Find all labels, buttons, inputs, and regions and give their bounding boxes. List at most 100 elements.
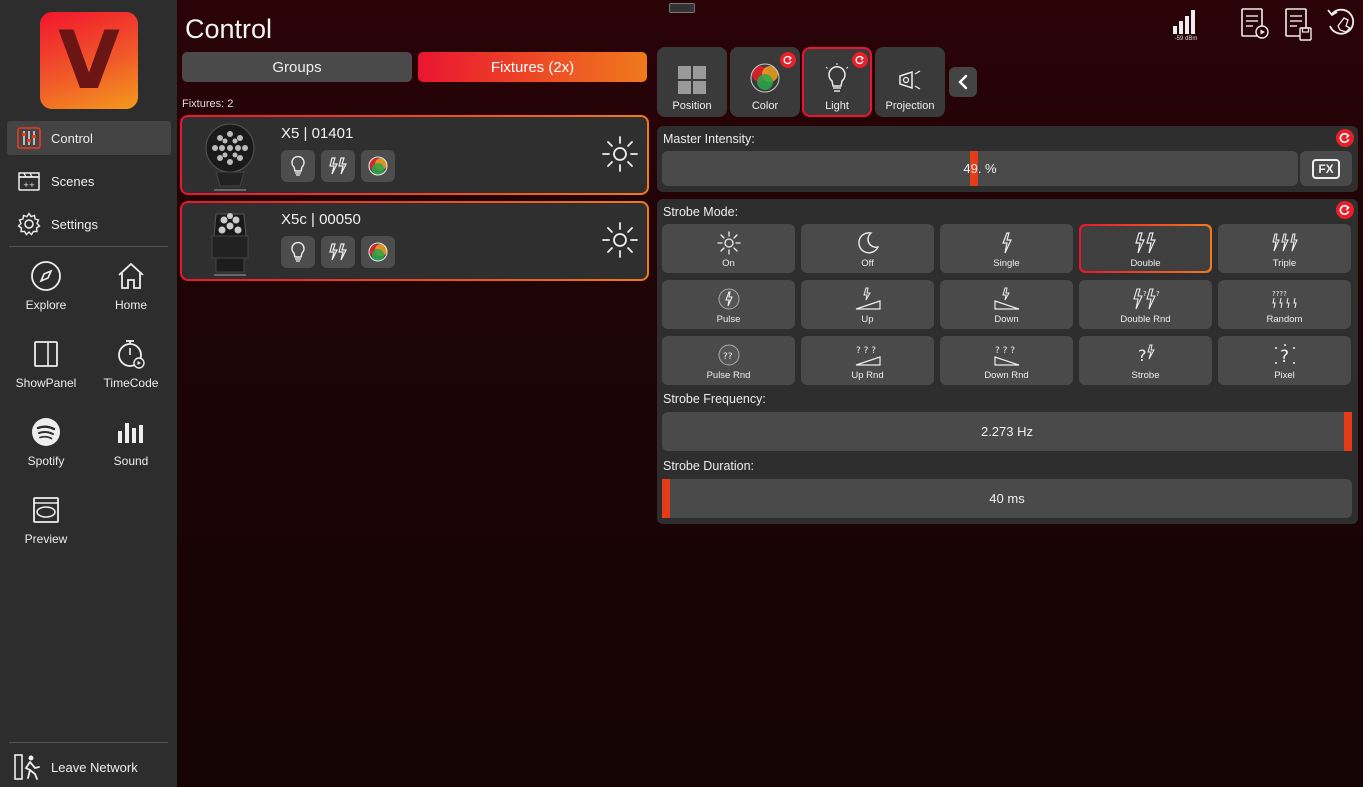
pulse-rnd-icon: ??: [662, 341, 795, 369]
strobe-mode-strobe-button[interactable]: ? Strobe: [1079, 336, 1212, 385]
strobe-mode-triple-button[interactable]: Triple: [1218, 224, 1351, 273]
fixture-name: X5 | 01401: [281, 125, 354, 142]
signal-text: -59 dBm: [1174, 36, 1198, 42]
svg-text:?: ?: [1280, 347, 1289, 367]
strobe-mode-pulse-rnd-button[interactable]: ?? Pulse Rnd: [662, 336, 795, 385]
compass-icon: [6, 258, 86, 294]
tile-spotify[interactable]: Spotify: [6, 414, 86, 468]
tab-projection[interactable]: Projection: [875, 47, 945, 117]
fixture-card[interactable]: X5c | 00050: [180, 201, 649, 281]
svg-text:?: ?: [1143, 290, 1147, 298]
strobe-mode-random-button[interactable]: ???? Random: [1218, 280, 1351, 329]
strobe-mode-down-rnd-button[interactable]: ? ? ? Down Rnd: [940, 336, 1073, 385]
strobe-mode-double-button[interactable]: Double: [1079, 224, 1212, 273]
tile-timecode[interactable]: TimeCode: [91, 336, 171, 390]
fixture-light-chip[interactable]: [281, 236, 315, 268]
fixture-color-chip[interactable]: [361, 150, 395, 182]
tab-label: Projection: [885, 100, 935, 112]
strobe-mode-down-button[interactable]: Down: [940, 280, 1073, 329]
strobe-duration-slider[interactable]: 40 ms: [662, 479, 1352, 518]
scenes-clapper-icon: ++: [15, 169, 43, 193]
intensity-sun-icon[interactable]: [601, 135, 639, 173]
save-list-button[interactable]: [1284, 6, 1314, 46]
moving-head-image: [200, 120, 260, 192]
strobe-mode-label: On: [722, 258, 735, 269]
strobe-mode-single-button[interactable]: Single: [940, 224, 1073, 273]
fixture-color-chip[interactable]: [361, 236, 395, 268]
tab-color[interactable]: Color: [730, 47, 800, 117]
strobe-mode-pixel-button[interactable]: ? Pixel: [1218, 336, 1351, 385]
tab-label: Fixtures (2x): [490, 58, 575, 76]
master-intensity-value: 49. %: [963, 161, 997, 176]
fx-button[interactable]: FX: [1300, 151, 1352, 186]
reset-badge-icon[interactable]: [780, 52, 796, 68]
svg-text:?: ?: [1156, 290, 1160, 298]
sidebar-item-control[interactable]: Control: [7, 121, 171, 155]
tab-position[interactable]: Position: [657, 47, 727, 117]
strobe-mode-label: Triple: [1272, 258, 1297, 269]
reset-icon[interactable]: [1336, 201, 1354, 219]
panel-icon: [6, 336, 86, 372]
strobe-mode-label: Strobe Mode:: [663, 205, 739, 219]
fixture-strobe-chip[interactable]: [321, 236, 355, 268]
undo-history-button[interactable]: [1324, 6, 1358, 46]
tile-home[interactable]: Home: [91, 258, 171, 312]
leave-network-button[interactable]: Leave Network: [7, 750, 171, 784]
moving-head-image: [200, 206, 260, 278]
strobe-mode-off-button[interactable]: Off: [801, 224, 934, 273]
tab-label: Color: [751, 100, 779, 112]
projector-icon: [875, 65, 945, 95]
sidebar-item-settings[interactable]: Settings: [7, 207, 171, 241]
tile-preview[interactable]: Preview: [6, 492, 86, 546]
strobe-mode-double-rnd-button[interactable]: ?? Double Rnd: [1079, 280, 1212, 329]
window-drag-handle[interactable]: [669, 3, 695, 13]
leave-network-label: Leave Network: [51, 759, 138, 775]
tile-sound[interactable]: Sound: [91, 414, 171, 468]
sidebar-item-label: Settings: [51, 216, 98, 232]
tile-label: Preview: [24, 532, 68, 546]
strobe-mode-label: Up Rnd: [851, 370, 884, 381]
sun-icon: [662, 229, 795, 257]
moon-icon: [801, 229, 934, 257]
strobe-mode-label: Strobe: [1131, 370, 1160, 381]
strobe-mode-up-rnd-button[interactable]: ? ? ? Up Rnd: [801, 336, 934, 385]
collapse-button[interactable]: [949, 67, 977, 97]
tab-fixtures[interactable]: Fixtures (2x): [418, 52, 647, 82]
strobe-frequency-slider[interactable]: 2.273 Hz: [662, 412, 1352, 451]
tile-label: Explore: [25, 298, 67, 312]
slider-handle[interactable]: [1344, 412, 1352, 451]
strobe-mode-on-button[interactable]: On: [662, 224, 795, 273]
exit-person-icon: [13, 753, 41, 781]
strobe-mode-up-button[interactable]: Up: [801, 280, 934, 329]
tab-light[interactable]: Light: [802, 47, 872, 117]
fixture-card[interactable]: X5 | 01401: [180, 115, 649, 195]
tab-groups[interactable]: Groups: [182, 52, 412, 82]
page-title: Control: [185, 14, 273, 44]
tile-showpanel[interactable]: ShowPanel: [6, 336, 86, 390]
spotify-icon: [6, 414, 86, 450]
ramp-up-icon: [801, 285, 934, 313]
bulb-icon: [291, 155, 305, 176]
strobe-mode-label: Pulse: [716, 314, 741, 325]
svg-text:? ? ?: ? ? ?: [856, 346, 876, 356]
tab-label: Position: [672, 100, 712, 112]
double-bolt-icon: [329, 243, 347, 261]
master-intensity-slider[interactable]: 49. %: [662, 151, 1298, 186]
sidebar-item-scenes[interactable]: ++ Scenes: [7, 164, 171, 198]
intensity-sun-icon[interactable]: [601, 221, 639, 259]
tile-explore[interactable]: Explore: [6, 258, 86, 312]
playlist-play-button[interactable]: [1240, 6, 1270, 46]
double-bolt-icon: [1079, 229, 1212, 257]
svg-text:??: ??: [723, 352, 733, 362]
tab-label: Light: [825, 100, 849, 112]
reset-icon[interactable]: [1336, 129, 1354, 147]
app-logo: V: [40, 12, 138, 109]
double-bolt-icon: [329, 157, 347, 175]
divider: [9, 742, 168, 743]
fixture-strobe-chip[interactable]: [321, 150, 355, 182]
strobe-mode-pulse-button[interactable]: Pulse: [662, 280, 795, 329]
slider-handle[interactable]: [662, 479, 670, 518]
reset-badge-icon[interactable]: [852, 52, 868, 68]
strobe-mode-label: Double: [1130, 258, 1161, 269]
fixture-light-chip[interactable]: [281, 150, 315, 182]
